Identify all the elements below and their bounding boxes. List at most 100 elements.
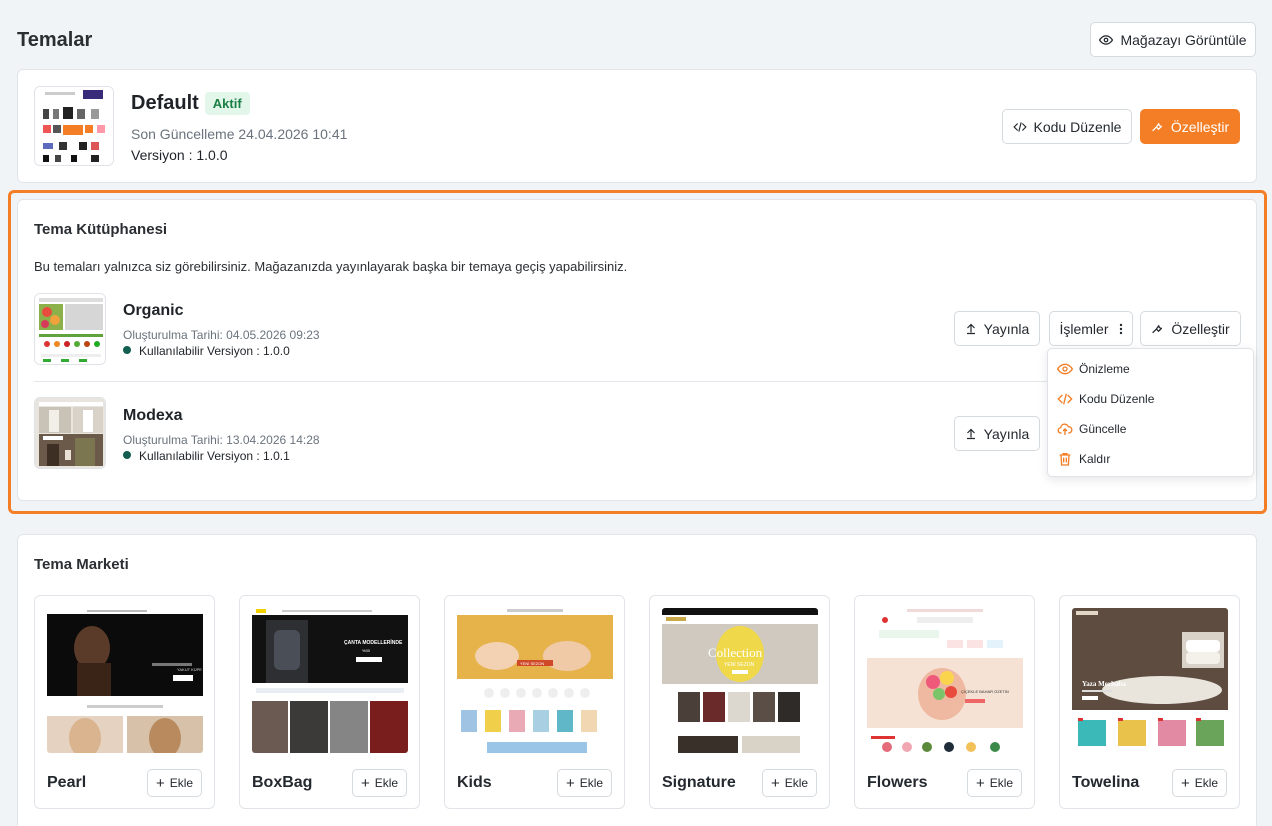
kids-preview: YENİ SEZON <box>457 608 613 753</box>
signature-preview: Collection YENİ SEZON <box>662 608 818 753</box>
page-title: Temalar <box>17 29 93 51</box>
add-label: Ekle <box>374 776 399 790</box>
add-theme-button[interactable]: + Ekle <box>1172 769 1227 797</box>
status-dot <box>123 451 131 459</box>
modexa-theme-name: Modexa <box>123 407 183 424</box>
add-theme-button[interactable]: + Ekle <box>147 769 202 797</box>
more-vertical-icon <box>1119 323 1122 334</box>
status-dot <box>123 346 131 354</box>
market-theme-name: Signature <box>662 774 736 791</box>
market-theme-card-pearl[interactable]: YAKUT KÜPE Pearl + Ekle <box>34 595 215 809</box>
add-label: Ekle <box>784 776 809 790</box>
upload-icon <box>966 428 975 440</box>
market-theme-name: Pearl <box>47 774 87 791</box>
add-theme-button[interactable]: + Ekle <box>967 769 1022 797</box>
organic-theme-name: Organic <box>123 302 184 319</box>
add-theme-button[interactable]: + Ekle <box>557 769 612 797</box>
add-label: Ekle <box>989 776 1014 790</box>
wrench-icon <box>1152 325 1163 334</box>
add-theme-button[interactable]: + Ekle <box>762 769 817 797</box>
flowers-preview: ÇİÇEKLE BAHAR ÖZETİN <box>867 608 1023 753</box>
market-theme-card-flowers[interactable]: ÇİÇEKLE BAHAR ÖZETİN Flowers + Ekle <box>854 595 1035 809</box>
plus-icon: + <box>155 774 165 792</box>
modexa-version-row: Kullanılabilir Versiyon : 1.0.1 <box>123 449 290 463</box>
modexa-created-date: Oluşturulma Tarihi: 13.04.2026 14:28 <box>123 433 320 447</box>
organic-publish-button[interactable]: Yayınla <box>954 311 1040 346</box>
organic-actions-button[interactable]: İşlemler <box>1049 311 1133 346</box>
pearl-banner-text: YAKUT KÜPE <box>177 667 202 672</box>
publish-label: Yayınla <box>983 425 1030 442</box>
kids-banner-text: YENİ SEZON <box>520 661 544 666</box>
plus-icon: + <box>565 774 575 792</box>
active-status-badge: Aktif <box>204 92 250 115</box>
menu-item-preview[interactable]: Önizleme <box>1048 354 1253 384</box>
market-theme-name: Kids <box>457 774 492 791</box>
trash-icon <box>1059 453 1071 466</box>
menu-item-update[interactable]: Güncelle <box>1048 414 1253 444</box>
customize-label: Özelleştir <box>1170 118 1230 135</box>
market-theme-card-boxbag[interactable]: ÇANTA MODELLERİNDE %30 BoxBag + Ekle <box>239 595 420 809</box>
code-icon <box>1012 121 1027 132</box>
wrench-icon <box>1151 123 1162 132</box>
towelina-banner-text: Yaza Merhaba <box>1082 680 1126 688</box>
menu-item-label: Güncelle <box>1079 422 1127 436</box>
pearl-preview: YAKUT KÜPE <box>47 608 203 753</box>
boxbag-banner-sub: %30 <box>362 648 371 653</box>
modexa-thumbnail <box>34 397 106 469</box>
market-theme-card-towelina[interactable]: Yaza Merhaba Towelina + Ekle <box>1059 595 1240 809</box>
menu-item-remove[interactable]: Kaldır <box>1048 444 1253 474</box>
market-theme-name: BoxBag <box>252 774 313 791</box>
edit-code-button[interactable]: Kodu Düzenle <box>1002 109 1132 144</box>
market-theme-card-signature[interactable]: Collection YENİ SEZON Signature + Ekle <box>649 595 830 809</box>
organic-customize-button[interactable]: Özelleştir <box>1140 311 1241 346</box>
active-theme-version: Versiyon : 1.0.0 <box>131 147 228 163</box>
market-title: Tema Marketi <box>34 556 129 573</box>
towelina-preview: Yaza Merhaba <box>1072 608 1228 753</box>
customize-button[interactable]: Özelleştir <box>1140 109 1240 144</box>
add-label: Ekle <box>169 776 194 790</box>
publish-label: Yayınla <box>983 320 1030 337</box>
market-theme-name: Towelina <box>1072 774 1140 791</box>
upload-icon <box>966 323 975 335</box>
actions-label: İşlemler <box>1059 320 1109 337</box>
edit-code-label: Kodu Düzenle <box>1033 118 1122 135</box>
actions-dropdown-menu: Önizleme Kodu Düzenle Güncelle Kaldır <box>1047 348 1254 477</box>
active-theme-card: Default Aktif Son Güncelleme 24.04.2026 … <box>17 69 1257 183</box>
modexa-version: Kullanılabilir Versiyon : 1.0.1 <box>139 449 290 463</box>
library-title: Tema Kütüphanesi <box>34 221 168 238</box>
code-icon <box>1057 393 1073 405</box>
cloud-upload-icon <box>1057 423 1073 435</box>
market-theme-name: Flowers <box>867 774 928 791</box>
signature-banner-sub: YENİ SEZON <box>724 661 755 668</box>
last-updated-text: Son Güncelleme 24.04.2026 10:41 <box>131 126 348 142</box>
plus-icon: + <box>360 774 370 792</box>
market-theme-card-kids[interactable]: YENİ SEZON Kids + Ekle <box>444 595 625 809</box>
add-label: Ekle <box>1194 776 1219 790</box>
customize-label: Özelleştir <box>1171 320 1230 337</box>
eye-icon <box>1057 363 1073 375</box>
modexa-publish-button[interactable]: Yayınla <box>954 416 1040 451</box>
plus-icon: + <box>1180 774 1190 792</box>
organic-thumbnail <box>34 293 106 365</box>
view-store-label: Mağazayı Görüntüle <box>1120 31 1247 48</box>
plus-icon: + <box>975 774 985 792</box>
active-theme-name: Default <box>131 92 199 114</box>
view-store-button[interactable]: Mağazayı Görüntüle <box>1090 22 1256 57</box>
plus-icon: + <box>770 774 780 792</box>
add-label: Ekle <box>579 776 604 790</box>
eye-icon <box>1099 34 1114 45</box>
menu-item-edit-code[interactable]: Kodu Düzenle <box>1048 384 1253 414</box>
boxbag-banner-text: ÇANTA MODELLERİNDE <box>344 639 403 646</box>
add-theme-button[interactable]: + Ekle <box>352 769 407 797</box>
menu-item-label: Kaldır <box>1079 452 1111 466</box>
flowers-banner-text: ÇİÇEKLE BAHAR ÖZETİN <box>961 689 1009 694</box>
active-theme-thumbnail <box>34 86 114 166</box>
menu-item-label: Kodu Düzenle <box>1079 392 1155 406</box>
library-description: Bu temaları yalnızca siz görebilirsiniz.… <box>34 259 628 274</box>
boxbag-preview: ÇANTA MODELLERİNDE %30 <box>252 608 408 753</box>
organic-version-row: Kullanılabilir Versiyon : 1.0.0 <box>123 344 290 358</box>
organic-version: Kullanılabilir Versiyon : 1.0.0 <box>139 344 290 358</box>
organic-created-date: Oluşturulma Tarihi: 04.05.2026 09:23 <box>123 328 320 342</box>
menu-item-label: Önizleme <box>1079 362 1130 376</box>
signature-banner-text: Collection <box>708 645 763 660</box>
